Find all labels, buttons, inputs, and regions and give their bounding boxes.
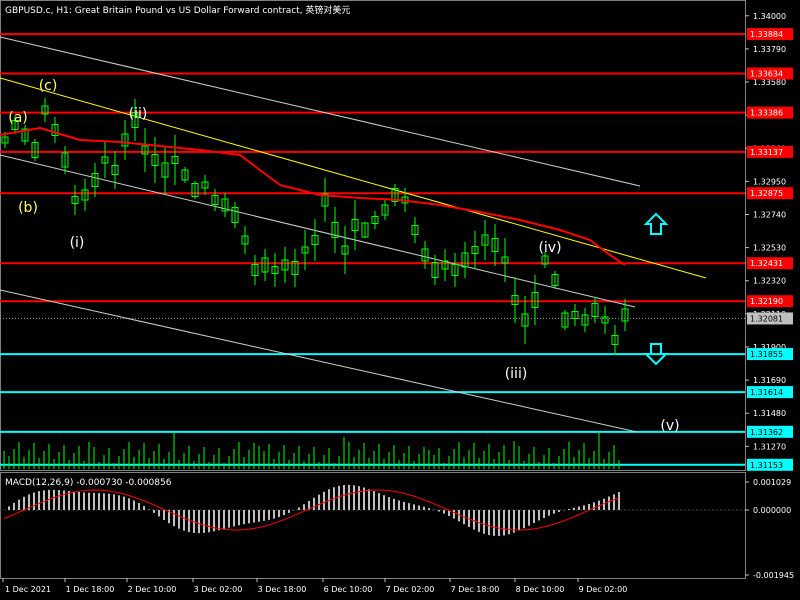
time-tick-label: 3 Dec 18:00 [258,585,307,594]
channel-upper-line [0,36,641,187]
time-tick-label: 3 Dec 02:00 [194,585,243,594]
time-tick-label: 8 Dec 10:00 [516,585,565,594]
macd-tick-label: 0.001029 [753,478,791,487]
price-tick-label: 1.31690 [753,376,786,385]
chart-canvas[interactable]: 1.340001.337901.335801.333701.331601.329… [0,0,800,600]
price-label-text: 1.32190 [750,297,783,306]
time-tick-label: 2 Dec 10:00 [128,585,177,594]
price-label-text: 1.32431 [750,259,783,268]
price-label-text: 1.33634 [750,69,783,78]
main-pane-frame [0,0,746,471]
price-label-text: 1.31153 [750,461,783,470]
time-tick-label: 6 Dec 10:00 [324,585,373,594]
price-tick-label: 1.34000 [753,12,786,21]
price-label-text: 1.33137 [750,148,783,157]
wave-label: (c) [39,78,58,94]
wave-label: (a) [8,110,28,126]
price-tick-label: 1.33790 [753,45,786,54]
macd-pane-frame [0,472,746,579]
time-tick-label: 1 Dec 18:00 [66,585,115,594]
macd-tick-label: -0.001945 [753,571,794,580]
wave-label: (iii) [505,366,528,382]
wave-label: (i) [70,235,85,251]
macd-title: MACD(12,26,9) -0.000730 -0.000856 [5,478,172,488]
price-tick-label: 1.32740 [753,210,786,219]
price-label-text: 1.32875 [750,189,783,198]
price-tick-label: 1.32530 [753,244,786,253]
price-label-text: 1.33386 [750,109,783,118]
wave-label: (ii) [129,106,148,122]
macd-tick-label: 0.000000 [753,506,791,515]
price-label-text: 1.31362 [750,428,783,437]
price-tick-label: 1.31270 [753,442,786,451]
wave-label: (b) [18,200,38,216]
price-label-text: 1.31855 [750,350,783,359]
price-tick-label: 1.32950 [753,177,786,186]
price-tick-label: 1.32320 [753,277,786,286]
channel-lower-line [0,289,638,433]
wave-label: (v) [660,418,679,434]
price-label-text: 1.31614 [750,388,783,397]
price-label-text: 1.32081 [750,314,783,323]
price-tick-label: 1.31480 [753,409,786,418]
wave-label: (iv) [538,240,561,256]
up-arrow-icon [643,212,669,235]
time-tick-label: 7 Dec 18:00 [451,585,500,594]
price-label-text: 1.33884 [750,30,783,39]
time-tick-label: 9 Dec 02:00 [579,585,628,594]
time-tick-label: 7 Dec 02:00 [386,585,435,594]
chart-title: GBPUSD.c, H1: Great Britain Pound vs US … [5,6,351,16]
time-tick-label: 1 Dec 2021 [5,585,51,594]
